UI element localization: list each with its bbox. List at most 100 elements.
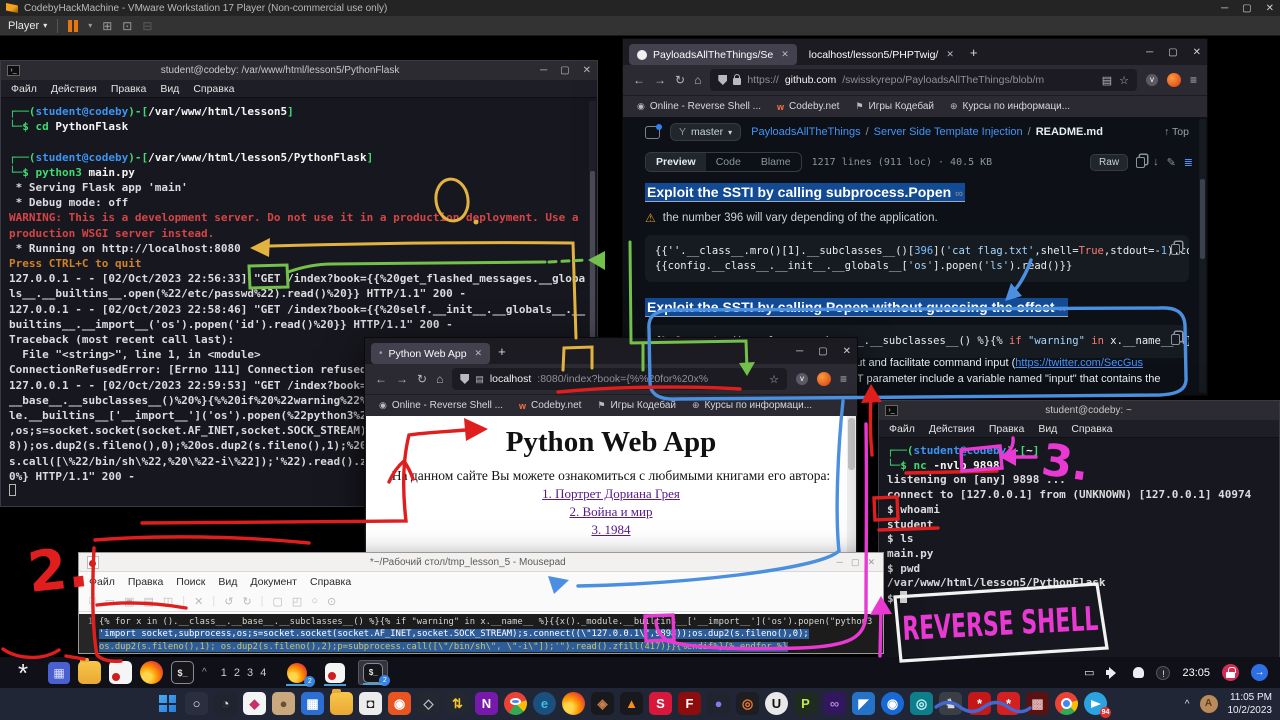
code-block-1[interactable]: {{''.__class__.mro()[1].__subclasses__()… (645, 235, 1189, 282)
wolf-app-icon[interactable]: ♞ (939, 692, 962, 715)
fing-icon[interactable]: ⇅ (446, 692, 469, 715)
close-button[interactable]: ✕ (583, 65, 591, 76)
top-link[interactable]: ↑ Top (1164, 126, 1189, 138)
webapp-urlbar[interactable]: ▤ localhost:8080/index?book={%%20for%20x… (452, 368, 787, 390)
windows-clock[interactable]: 11:05 PM 10/2/2023 (1228, 691, 1273, 717)
branch-selector[interactable]: Ymaster▾ (670, 123, 741, 141)
mousepad-window[interactable]: *~/Рабочий стол/tmp_lesson_5 - Mousepad … (78, 552, 884, 654)
blender-icon[interactable]: ◎ (736, 692, 759, 715)
bookmark-star-icon[interactable]: ☆ (1119, 74, 1129, 87)
vm-clock[interactable]: 23:05 (1182, 667, 1210, 679)
orb-app-icon[interactable]: ● (707, 692, 730, 715)
red-gear-icon[interactable]: * (968, 692, 991, 715)
replace-icon[interactable]: ⊙ (327, 595, 336, 608)
breadcrumb-folder[interactable]: Server Side Template Injection (874, 126, 1023, 138)
reload-icon[interactable]: ↻ (675, 73, 685, 87)
power-manager-icon[interactable]: ! (1156, 666, 1170, 680)
search-icon[interactable]: ○ (185, 692, 208, 715)
tab-close-icon[interactable]: ✕ (781, 49, 789, 60)
edit-pencil-icon[interactable]: ✎ (1167, 156, 1176, 169)
copy-code-icon[interactable] (1171, 334, 1180, 345)
new-tab-button[interactable]: + (970, 45, 978, 60)
mousepad-editor[interactable]: 1 {% for x in ().__class__.__base__.__su… (79, 614, 883, 653)
bookmark-codeby[interactable]: wCodeby.net (777, 101, 839, 112)
minimize-button[interactable]: ─ (1146, 47, 1153, 58)
speedtest-icon[interactable]: ◔ (214, 692, 237, 715)
download-icon[interactable]: ↓ (1153, 156, 1159, 168)
close-button[interactable]: ✕ (843, 346, 851, 357)
maximize-button[interactable]: ▢ (851, 557, 860, 568)
menu-search[interactable]: Поиск (176, 576, 205, 588)
vmware-app-icon[interactable]: ◇ (417, 692, 440, 715)
onenote-icon[interactable]: N (475, 692, 498, 715)
updates-icon[interactable]: → (1251, 664, 1268, 681)
copy-icon[interactable] (1136, 157, 1145, 168)
menu-actions[interactable]: Действия (929, 423, 975, 435)
firefox-icon[interactable] (562, 692, 585, 715)
github-urlbar[interactable]: https://github.com/swisskyrepo/PayloadsA… (710, 69, 1137, 91)
show-desktop-icon[interactable]: ▦ (48, 662, 70, 684)
unreal-icon[interactable]: U (765, 692, 788, 715)
menu-help[interactable]: Справка (310, 576, 351, 588)
vmware-close-button[interactable]: ✕ (1266, 3, 1274, 14)
chrome-profile-icon[interactable] (1055, 692, 1078, 715)
taskbar-window-firefox[interactable]: 2 (282, 660, 312, 685)
slack-icon[interactable]: ◆ (243, 692, 266, 715)
account-avatar-icon[interactable] (817, 372, 831, 386)
vscode-icon[interactable]: ◤ (852, 692, 875, 715)
breadcrumb-repo[interactable]: PayloadsAllTheThings (751, 126, 860, 138)
menu-file[interactable]: Файл (889, 423, 915, 435)
home-icon[interactable]: ⌂ (694, 73, 701, 87)
new-file-icon[interactable]: □ (89, 595, 96, 607)
bookmark-star-icon[interactable]: ☆ (769, 373, 779, 386)
menu-edit[interactable]: Правка (128, 576, 163, 588)
terminal1-titlebar[interactable]: ›_ student@codeby: /var/www/html/lesson5… (1, 61, 597, 80)
text-editor-icon[interactable] (109, 661, 132, 684)
taskbar-window-mousepad[interactable] (320, 660, 350, 685)
pocket-icon[interactable]: v (1146, 74, 1158, 86)
menu-edit[interactable]: Правка (989, 423, 1024, 435)
menu-view[interactable]: Вид (1038, 423, 1057, 435)
bookmark-codeby[interactable]: wCodeby.net (519, 400, 581, 411)
tab-close-icon[interactable]: ✕ (946, 49, 954, 60)
tab-payloadsallthethings[interactable]: PayloadsAllTheThings/Se✕ (629, 44, 797, 65)
close-button[interactable]: ✕ (1193, 47, 1201, 58)
tab-localhost-phptwig[interactable]: localhost/lesson5/PHPTwig/✕ (801, 44, 962, 65)
terminal-window-netcat[interactable]: ›_ student@codeby: ~ Файл Действия Правк… (878, 400, 1280, 660)
workspace-switcher[interactable]: 1 2 3 4 (221, 667, 269, 679)
menu-help[interactable]: Справка (1071, 423, 1112, 435)
chrome-icon[interactable] (504, 692, 527, 715)
menu-icon[interactable]: ≡ (1190, 73, 1197, 87)
twitter-link[interactable]: https://twitter.com/SecGus (1015, 357, 1143, 369)
maximize-button[interactable]: ▢ (818, 346, 827, 357)
back-icon[interactable]: ← (375, 372, 387, 386)
bookmark-reverse-shell[interactable]: ◉Online - Reverse Shell ... (637, 101, 761, 112)
screen-lock-icon[interactable] (1222, 664, 1239, 681)
book-link-1[interactable]: 1. Портрет Дориана Грея (366, 486, 856, 502)
player-menu[interactable]: Player▾ (8, 20, 47, 32)
bookmark-reverse-shell[interactable]: ◉Online - Reverse Shell ... (379, 400, 503, 411)
tab-python-web-app[interactable]: • Python Web App✕ (371, 343, 490, 364)
close-doc-icon[interactable]: ✕ (194, 595, 203, 608)
back-icon[interactable]: ← (633, 73, 645, 87)
shazam-icon[interactable]: S (649, 692, 672, 715)
firefox-launcher-icon[interactable] (140, 661, 163, 684)
print-icon[interactable]: ◫ (163, 595, 173, 608)
menu-help[interactable]: Справка (193, 83, 234, 95)
menu-view[interactable]: Вид (218, 576, 237, 588)
red-gear2-icon[interactable]: * (997, 692, 1020, 715)
display-icon[interactable]: ▭ (1084, 666, 1094, 679)
portrait-app-icon[interactable]: ● (272, 692, 295, 715)
open-file-icon[interactable]: ▭ (105, 595, 115, 608)
wallpaper-engine-icon[interactable]: ◎ (910, 692, 933, 715)
explorer-folder-icon[interactable] (330, 692, 353, 715)
copy-code-icon[interactable] (1171, 244, 1180, 255)
menu-file[interactable]: Файл (89, 576, 115, 588)
reader-mode-icon[interactable]: ▤ (1102, 74, 1112, 87)
start-button[interactable] (156, 692, 179, 715)
map-pin-icon[interactable]: ◉ (881, 692, 904, 715)
github-scrollbar[interactable] (1199, 119, 1206, 393)
redo-icon[interactable]: ↻ (242, 595, 251, 608)
home-icon[interactable]: ⌂ (436, 372, 443, 386)
menu-actions[interactable]: Действия (51, 83, 97, 95)
